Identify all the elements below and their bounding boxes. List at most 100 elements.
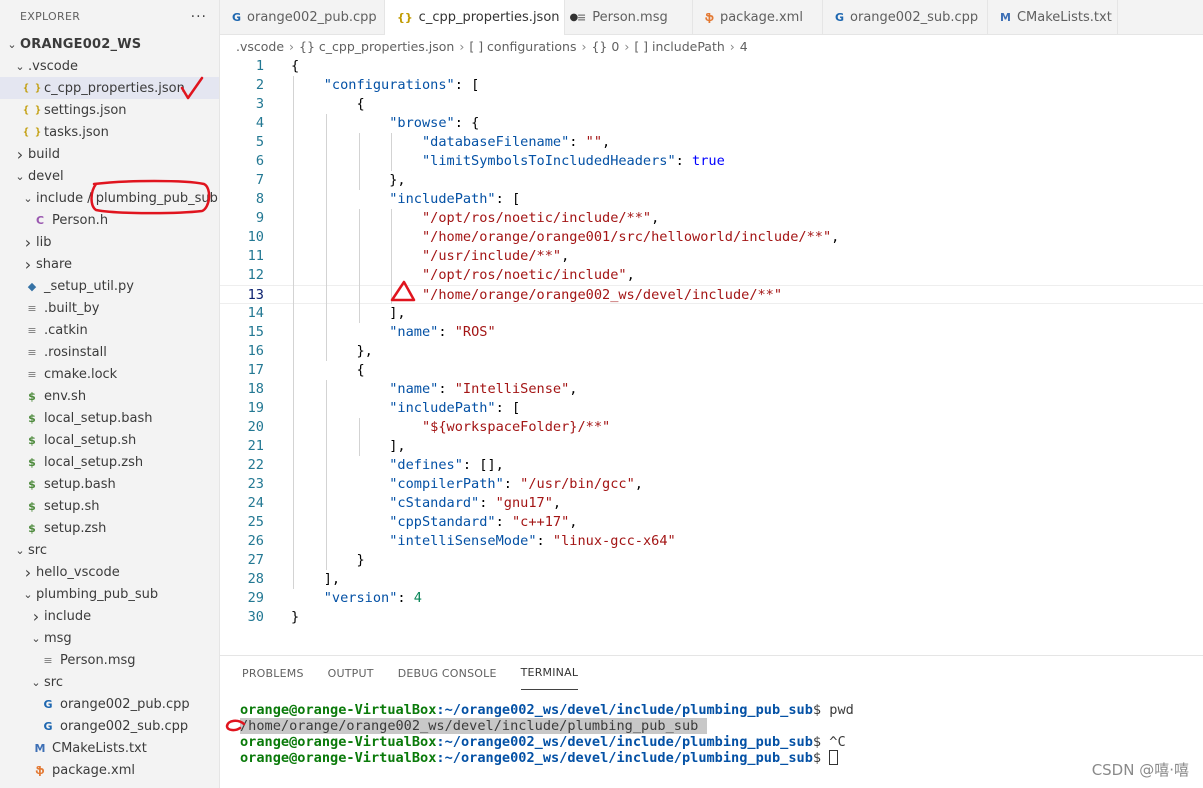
shell-icon: $	[28, 411, 36, 425]
code-text: "browse": {	[389, 115, 480, 131]
breadcrumb-item[interactable]: [ ] includePath	[634, 39, 724, 54]
code-line[interactable]: 7 },	[220, 171, 1203, 190]
cmake-icon: M	[1000, 11, 1011, 24]
breadcrumb-item[interactable]: {} 0	[591, 39, 619, 54]
code-line[interactable]: 24 "cStandard": "gnu17",	[220, 494, 1203, 513]
code-line[interactable]: 4 "browse": {	[220, 114, 1203, 133]
code-line[interactable]: 3 {	[220, 95, 1203, 114]
code-line[interactable]: 23 "compilerPath": "/usr/bin/gcc",	[220, 475, 1203, 494]
code-line[interactable]: 29 "version": 4	[220, 589, 1203, 608]
code-line[interactable]: 11 "/usr/include/**",	[220, 247, 1203, 266]
tree-item[interactable]: ⌄ src	[0, 539, 219, 561]
code-line[interactable]: 17 {	[220, 361, 1203, 380]
code-line[interactable]: 18 "name": "IntelliSense",	[220, 380, 1203, 399]
code-line[interactable]: 25 "cppStandard": "c++17",	[220, 513, 1203, 532]
line-number: 1	[255, 58, 264, 74]
code-line[interactable]: 28 ],	[220, 570, 1203, 589]
code-line[interactable]: 19 "includePath": [	[220, 399, 1203, 418]
tree-item[interactable]: ⌄ .vscode	[0, 55, 219, 77]
breadcrumb-item[interactable]: [ ] configurations	[469, 39, 576, 54]
code-line[interactable]: 15 "name": "ROS"	[220, 323, 1203, 342]
code-editor[interactable]: 1{2 "configurations": [3 {4 "browse": {5…	[220, 57, 1203, 647]
tree-item[interactable]: $ local_setup.zsh	[0, 451, 219, 473]
cpp-icon: G	[232, 11, 242, 24]
tree-item[interactable]: ≡ cmake.lock	[0, 363, 219, 385]
tree-item[interactable]: ≡ .built_by	[0, 297, 219, 319]
tree-item-label: .built_by	[44, 300, 100, 316]
code-line[interactable]: 5 "databaseFilename": "",	[220, 133, 1203, 152]
tree-item[interactable]: › lib	[0, 231, 219, 253]
code-line[interactable]: 20 "${workspaceFolder}/**"	[220, 418, 1203, 437]
tree-item[interactable]: ֆ package.xml	[0, 759, 219, 781]
tree-item[interactable]: › share	[0, 253, 219, 275]
editor-tab[interactable]: Gorange002_sub.cpp	[823, 0, 988, 35]
line-number: 23	[247, 476, 264, 492]
tree-item[interactable]: $ env.sh	[0, 385, 219, 407]
terminal[interactable]: orange@orange-VirtualBox:~/orange002_ws/…	[240, 702, 854, 766]
code-line[interactable]: 26 "intelliSenseMode": "linux-gcc-x64"	[220, 532, 1203, 551]
tree-item[interactable]: ◆ _setup_util.py	[0, 275, 219, 297]
code-line[interactable]: 9 "/opt/ros/noetic/include/**",	[220, 209, 1203, 228]
panel-tab[interactable]: PROBLEMS	[242, 656, 304, 690]
tree-item[interactable]: $ local_setup.sh	[0, 429, 219, 451]
tree-item[interactable]: M CMakeLists.txt	[0, 737, 219, 759]
breadcrumb: .vscode › {} c_cpp_properties.json › [ ] con…	[236, 35, 748, 57]
tree-item[interactable]: { } c_cpp_properties.json	[0, 77, 219, 99]
panel-tab[interactable]: OUTPUT	[328, 656, 374, 690]
panel-tab[interactable]: TERMINAL	[520, 666, 579, 690]
code-line[interactable]: 10 "/home/orange/orange001/src/helloworl…	[220, 228, 1203, 247]
code-line[interactable]: 27 }	[220, 551, 1203, 570]
tree-item[interactable]: Gorange002_sub.cpp	[0, 715, 219, 737]
tree-item[interactable]: ≡ Person.msg	[0, 649, 219, 671]
explorer-sidebar: EXPLORER ··· ⌄ ORANGE002_WS ⌄ .vscode{ } c…	[0, 0, 220, 788]
line-number: 21	[247, 438, 264, 454]
tree-item[interactable]: ⌄ devel	[0, 165, 219, 187]
line-number: 6	[255, 153, 264, 169]
breadcrumb-item[interactable]: 4	[740, 39, 748, 54]
code-line[interactable]: 13 "/home/orange/orange002_ws/devel/incl…	[220, 285, 1203, 304]
code-line[interactable]: 21 ],	[220, 437, 1203, 456]
tree-item[interactable]: ≡ .catkin	[0, 319, 219, 341]
json-icon: { }	[22, 82, 42, 94]
more-actions-icon[interactable]: ···	[191, 9, 207, 25]
tree-item[interactable]: { } tasks.json	[0, 121, 219, 143]
editor-tab[interactable]: Gorange002_pub.cpp	[220, 0, 385, 35]
tree-item[interactable]: $ local_setup.bash	[0, 407, 219, 429]
terminal-line: /home/orange/orange002_ws/devel/include/…	[240, 718, 707, 734]
tree-item[interactable]: ⌄ src	[0, 671, 219, 693]
code-line[interactable]: 12 "/opt/ros/noetic/include",	[220, 266, 1203, 285]
editor-tab[interactable]: ≡ Person.msg	[565, 0, 693, 35]
tree-item[interactable]: { } settings.json	[0, 99, 219, 121]
tree-item[interactable]: › hello_vscode	[0, 561, 219, 583]
code-line[interactable]: 6 "limitSymbolsToIncludedHeaders": true	[220, 152, 1203, 171]
code-line[interactable]: 30}	[220, 608, 1203, 627]
tree-item[interactable]: › include	[0, 605, 219, 627]
code-line[interactable]: 8 "includePath": [	[220, 190, 1203, 209]
tree-item[interactable]: › build	[0, 143, 219, 165]
code-line[interactable]: 2 "configurations": [	[220, 76, 1203, 95]
editor-tab[interactable]: ֆ package.xml	[693, 0, 823, 35]
tree-item[interactable]: $ setup.sh	[0, 495, 219, 517]
tree-item[interactable]: ⌄ plumbing_pub_sub	[0, 583, 219, 605]
tree-item[interactable]: C Person.h	[0, 209, 219, 231]
chevron-right-icon: ›	[24, 232, 32, 252]
breadcrumb-item[interactable]: .vscode	[236, 39, 284, 54]
editor-tab[interactable]: {} c_cpp_properties.json ●	[385, 0, 578, 35]
tree-item[interactable]: ⌄ msg	[0, 627, 219, 649]
code-line[interactable]: 14 ],	[220, 304, 1203, 323]
tree-item[interactable]: ≡ .rosinstall	[0, 341, 219, 363]
panel-tab[interactable]: DEBUG CONSOLE	[398, 656, 497, 690]
code-line[interactable]: 16 },	[220, 342, 1203, 361]
code-line[interactable]: 1{	[220, 57, 1203, 76]
code-text: "configurations": [	[323, 77, 480, 93]
tree-item[interactable]: ⌄ include / plumbing_pub_sub	[0, 187, 219, 209]
tree-item[interactable]: $ setup.bash	[0, 473, 219, 495]
workspace-root[interactable]: ⌄ ORANGE002_WS	[0, 33, 219, 55]
tree-item[interactable]: Gorange002_pub.cpp	[0, 693, 219, 715]
tree-item[interactable]: $ setup.zsh	[0, 517, 219, 539]
code-line[interactable]: 22 "defines": [],	[220, 456, 1203, 475]
code-text: "intelliSenseMode": "linux-gcc-x64"	[389, 533, 676, 549]
code-text: {	[291, 58, 300, 74]
breadcrumb-item[interactable]: {} c_cpp_properties.json	[299, 39, 454, 54]
editor-tab[interactable]: M CMakeLists.txt	[988, 0, 1118, 35]
